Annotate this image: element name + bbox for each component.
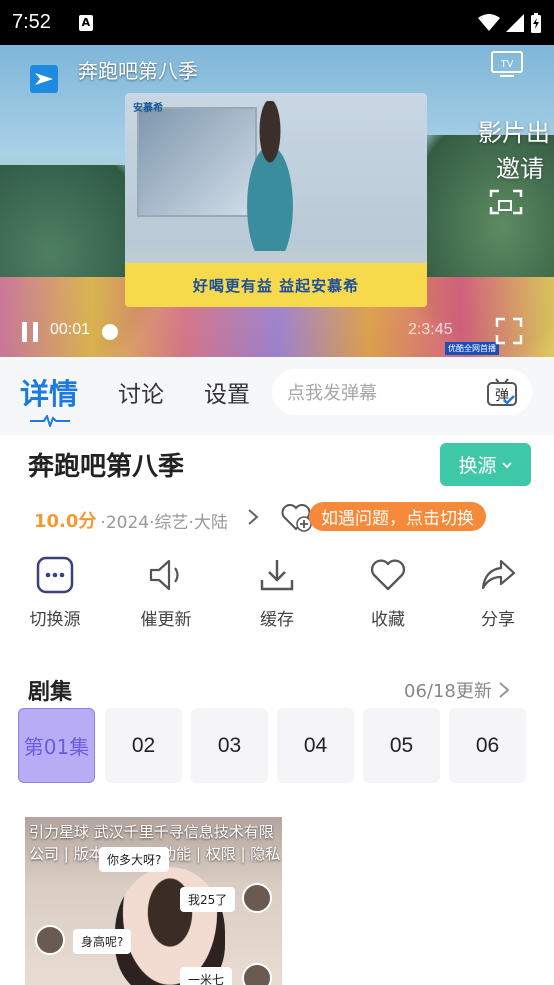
show-score: 10.0分 [34,511,97,532]
app-logo-icon [30,65,58,93]
avatar [242,963,272,985]
action-favorite[interactable]: 收藏 [343,555,433,630]
ad-banner: 好喝更有益 益起安慕希 [125,263,427,307]
pause-icon[interactable] [20,321,40,343]
status-time: 7:52 [12,11,51,33]
heart-plus-icon[interactable] [280,502,312,532]
episode-item[interactable]: 02 [105,708,182,783]
share-icon [478,555,518,595]
video-ad-card[interactable]: 安慕希 好喝更有益 益起安慕希 [125,93,427,307]
speaker-icon [146,555,186,595]
notification-icon: A [78,14,93,31]
action-label: 缓存 [260,610,294,630]
heart-icon [368,555,408,595]
chevron-right-icon[interactable] [246,507,260,527]
ad-banner-image[interactable]: 引力星球 武汉千里千寻信息技术有限公司 | 版本 1.5.6 | 功能 | 权限… [25,817,282,985]
wifi-icon [478,13,500,31]
signal-icon [506,13,524,32]
action-urge-update[interactable]: 催更新 [121,555,211,630]
chat-bubble: 一米七 [180,967,233,985]
episode-item[interactable]: 第01集 [18,708,95,783]
tab-settings[interactable]: 设置 [204,375,250,409]
episodes-update-text: 06/18更新 [404,681,492,702]
chevron-down-icon [501,461,512,468]
change-source-button[interactable]: 换源 [440,443,531,486]
show-title: 奔跑吧第八季 [28,452,185,482]
episodes-header: 剧集 [28,680,73,705]
action-label: 分享 [481,610,515,630]
current-time: 00:01 [50,321,91,338]
tab-discussion[interactable]: 讨论 [118,375,164,409]
svg-text:TV: TV [501,59,514,70]
seek-handle[interactable] [102,324,118,340]
status-bar: 7:52 A [0,0,554,45]
episode-item[interactable]: 05 [363,708,440,783]
fullscreen-icon[interactable] [495,317,523,345]
tv-cast-icon[interactable]: TV [490,49,524,79]
avatar [35,925,65,955]
action-label: 催更新 [140,610,192,630]
change-source-label: 换源 [458,455,497,477]
ad-brand: 安慕希 [133,103,163,114]
danmaku-input[interactable]: 点我发弹幕 弹 [272,369,532,415]
promo-line-1: 影片出 [478,119,550,147]
total-time: 2:3:45 [408,321,453,338]
promo-line-2: 邀请 [496,155,544,183]
youku-tag: 优酷全网首播 [445,342,499,355]
battery-icon [531,12,541,33]
app-root: 7:52 A 安慕希 好喝更有益 益起安慕希 奔跑吧第八季 TV 影片出 邀请 … [0,0,554,985]
danmaku-send-icon[interactable]: 弹 [486,376,518,408]
show-meta-text: ·2024·综艺·大陆 [100,512,228,533]
ad-figure [230,101,310,251]
episode-item[interactable]: 03 [191,708,268,783]
action-switch-source[interactable]: 切换源 [10,555,100,630]
pip-icon[interactable] [489,187,523,217]
chat-bubble: 你多大呀? [99,847,170,872]
tab-active-indicator [30,415,70,427]
video-title: 奔跑吧第八季 [78,59,198,83]
status-icons [478,12,542,33]
danmaku-placeholder: 点我发弹幕 [287,383,377,404]
switch-tip-badge[interactable]: 如遇问题，点击切换 [309,502,486,531]
tab-details[interactable]: 详情 [20,371,78,413]
download-icon [257,555,297,595]
more-dots-icon [35,555,75,595]
chevron-right-icon [499,682,510,698]
video-player[interactable]: 安慕希 好喝更有益 益起安慕希 奔跑吧第八季 TV 影片出 邀请 00:01 2… [0,45,554,357]
action-cache[interactable]: 缓存 [232,555,322,630]
show-meta: 10.0分 ·2024·综艺·大陆 [34,507,228,533]
episode-item[interactable]: 06 [449,708,526,783]
chat-bubble: 身高呢? [73,929,132,954]
avatar [242,883,272,913]
episode-item[interactable]: 04 [277,708,354,783]
episodes-update[interactable]: 06/18更新 [404,677,510,703]
chat-bubble: 我25了 [180,887,236,912]
tab-bar: 详情 讨论 设置 点我发弹幕 弹 [0,357,554,435]
action-label: 收藏 [371,610,405,630]
action-label: 切换源 [29,610,81,630]
action-share[interactable]: 分享 [453,555,543,630]
